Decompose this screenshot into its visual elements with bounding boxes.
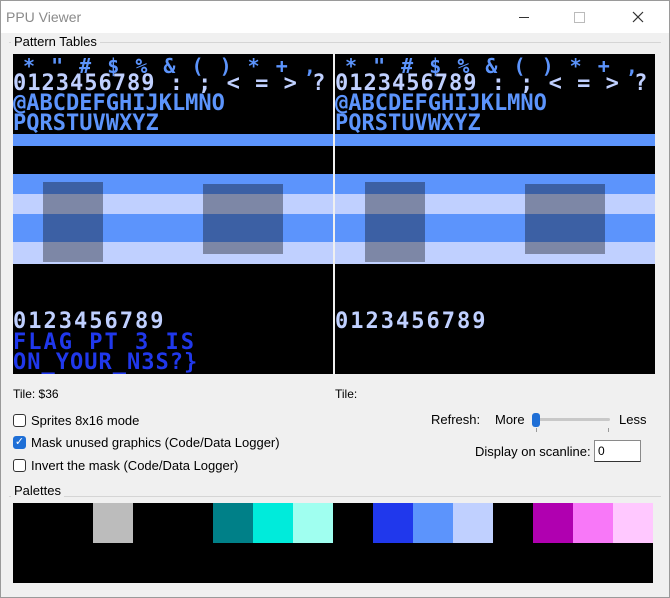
palette-swatch[interactable]	[533, 503, 573, 543]
palette-area[interactable]	[13, 503, 653, 583]
maximize-icon	[573, 11, 585, 23]
close-icon	[632, 11, 644, 23]
pattern-left-row-3: PQRSTUVWXYZ	[13, 111, 159, 136]
refresh-slider-tick	[536, 428, 537, 432]
title-bar: PPU Viewer	[1, 1, 669, 33]
palette-swatch[interactable]	[253, 503, 293, 543]
pattern-tables-label: Pattern Tables	[11, 34, 100, 49]
palette-swatch[interactable]	[133, 503, 173, 543]
refresh-slider[interactable]	[532, 410, 612, 432]
ppu-viewer-window: PPU Viewer Pattern Tables * " # $ % & ( …	[0, 0, 670, 598]
refresh-slider-tick	[608, 428, 609, 432]
right-tile-label: Tile:	[335, 387, 358, 401]
palette-swatch[interactable]	[493, 503, 533, 543]
maximize-button[interactable]	[556, 1, 602, 33]
sprites-8x16-box[interactable]	[13, 414, 26, 427]
pattern-tables-divider	[9, 42, 661, 43]
invert-mask-label: Invert the mask (Code/Data Logger)	[31, 458, 239, 473]
palette-swatch[interactable]	[173, 503, 213, 543]
pattern-table-left[interactable]: * " # $ % & ( ) * + , / 0123456789 : ; <…	[13, 54, 333, 374]
mask-unused-checkbox[interactable]: ✓ Mask unused graphics (Code/Data Logger…	[13, 435, 280, 450]
refresh-label: Refresh:	[431, 412, 481, 427]
invert-mask-checkbox[interactable]: Invert the mask (Code/Data Logger)	[13, 458, 238, 473]
left-tile-label: Tile: $36	[13, 387, 59, 401]
palette-swatch[interactable]	[373, 503, 413, 543]
mask-unused-label: Mask unused graphics (Code/Data Logger)	[31, 435, 280, 450]
refresh-more-label: More	[495, 412, 525, 427]
refresh-slider-thumb[interactable]	[532, 413, 540, 427]
palette-swatch[interactable]	[293, 503, 333, 543]
pattern-left-row-6: ON_YOUR_N3S?}	[13, 350, 199, 374]
refresh-less-label: Less	[619, 412, 647, 427]
mask-unused-box[interactable]: ✓	[13, 436, 26, 449]
checkmark-icon: ✓	[14, 436, 25, 448]
scanline-input[interactable]: 0	[594, 440, 641, 462]
palette-swatch[interactable]	[13, 503, 53, 543]
palette-row	[13, 503, 653, 543]
palette-swatch[interactable]	[453, 503, 493, 543]
refresh-slider-track	[534, 418, 610, 421]
palette-swatch[interactable]	[53, 503, 93, 543]
palette-swatch[interactable]	[613, 503, 653, 543]
window-title: PPU Viewer	[6, 9, 82, 25]
palettes-divider	[9, 496, 661, 497]
palette-swatch[interactable]	[413, 503, 453, 543]
minimize-icon	[519, 16, 529, 18]
pattern-right-row-3: PQRSTUVWXYZ	[335, 111, 481, 136]
pattern-table-right[interactable]: * " # $ % & ( ) * + , / 0123456789 : ; <…	[335, 54, 655, 374]
scanline-label: Display on scanline:	[475, 444, 591, 459]
close-button[interactable]	[615, 1, 661, 33]
sprites-8x16-label: Sprites 8x16 mode	[31, 413, 140, 428]
pattern-right-row-4: 0123456789	[335, 309, 488, 334]
palette-swatch[interactable]	[573, 503, 613, 543]
minimize-button[interactable]	[501, 1, 547, 33]
sprites-8x16-checkbox[interactable]: Sprites 8x16 mode	[13, 413, 139, 428]
invert-mask-box[interactable]	[13, 459, 26, 472]
palette-swatch[interactable]	[333, 503, 373, 543]
palette-swatch[interactable]	[93, 503, 133, 543]
palette-swatch[interactable]	[213, 503, 253, 543]
palettes-label: Palettes	[11, 483, 64, 498]
